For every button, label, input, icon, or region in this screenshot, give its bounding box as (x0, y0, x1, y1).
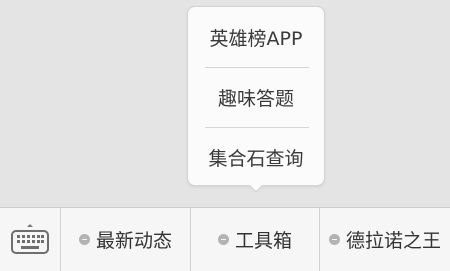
menu-button-warlords-of-draenor[interactable]: 德拉诺之王 (320, 208, 450, 271)
menu-dot-icon (328, 234, 340, 245)
menu-button-label: 最新动态 (95, 230, 172, 252)
menu-dot-icon (217, 234, 229, 245)
menu-button-toolbox[interactable]: 工具箱 (191, 208, 320, 271)
chat-screen: 英雄榜APP 趣味答题 集合石查询 最新动态 工具箱 德拉诺之王 (0, 0, 450, 271)
submenu-item-group-finder[interactable]: 集合石查询 (188, 127, 324, 187)
bottom-menu-bar: 最新动态 工具箱 德拉诺之王 (0, 207, 450, 271)
submenu-popup: 英雄榜APP 趣味答题 集合石查询 (187, 6, 325, 186)
submenu-item-hero-list-app[interactable]: 英雄榜APP (188, 7, 324, 67)
submenu-item-label: 趣味答题 (217, 87, 294, 110)
submenu-item-label: 集合石查询 (208, 147, 304, 170)
keyboard-toggle-button[interactable] (0, 208, 61, 271)
menu-dot-icon (78, 234, 90, 245)
keyboard-icon (11, 223, 49, 254)
submenu-item-fun-quiz[interactable]: 趣味答题 (188, 67, 324, 127)
submenu-caret-fill (249, 184, 263, 191)
menu-button-label: 工具箱 (234, 230, 292, 252)
menu-button-label: 德拉诺之王 (345, 230, 441, 252)
submenu-item-label: 英雄榜APP (209, 27, 303, 50)
menu-button-latest-news[interactable]: 最新动态 (61, 208, 191, 271)
